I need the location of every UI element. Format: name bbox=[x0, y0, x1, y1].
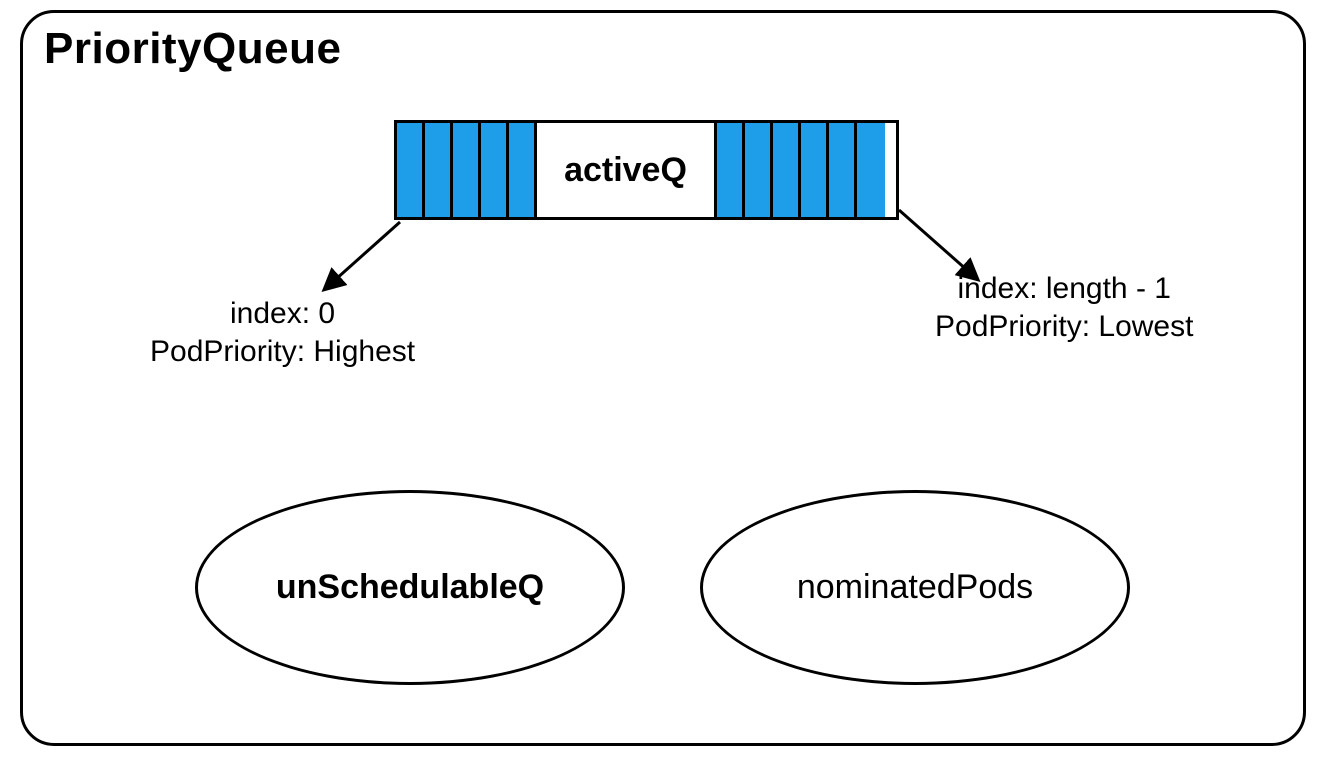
activeq-cell bbox=[745, 123, 773, 217]
activeq-bar: activeQ bbox=[394, 120, 899, 220]
activeq-cell bbox=[397, 123, 425, 217]
activeq-cell bbox=[829, 123, 857, 217]
diagram-canvas: PriorityQueue activeQ index: 0 PodPriori… bbox=[0, 0, 1326, 758]
activeq-cell bbox=[481, 123, 509, 217]
activeq-cell bbox=[509, 123, 537, 217]
activeq-cell bbox=[773, 123, 801, 217]
annotation-tail: index: length - 1 PodPriority: Lowest bbox=[935, 270, 1193, 345]
annotation-tail-line2: PodPriority: Lowest bbox=[935, 308, 1193, 346]
activeq-cell bbox=[801, 123, 829, 217]
annotation-tail-line1: index: length - 1 bbox=[935, 270, 1193, 308]
annotation-head-line2: PodPriority: Highest bbox=[150, 333, 415, 371]
nominatedpods-bubble: nominatedPods bbox=[700, 490, 1130, 685]
nominatedpods-label: nominatedPods bbox=[797, 568, 1033, 607]
activeq-label: activeQ bbox=[537, 123, 717, 217]
activeq-cell bbox=[453, 123, 481, 217]
diagram-title: PriorityQueue bbox=[44, 24, 341, 74]
annotation-head-line1: index: 0 bbox=[150, 295, 415, 333]
activeq-cell bbox=[425, 123, 453, 217]
activeq-cell bbox=[717, 123, 745, 217]
unschedulableq-label: unSchedulableQ bbox=[276, 568, 544, 607]
annotation-head: index: 0 PodPriority: Highest bbox=[150, 295, 415, 370]
unschedulableq-bubble: unSchedulableQ bbox=[195, 490, 625, 685]
activeq-cell bbox=[857, 123, 885, 217]
